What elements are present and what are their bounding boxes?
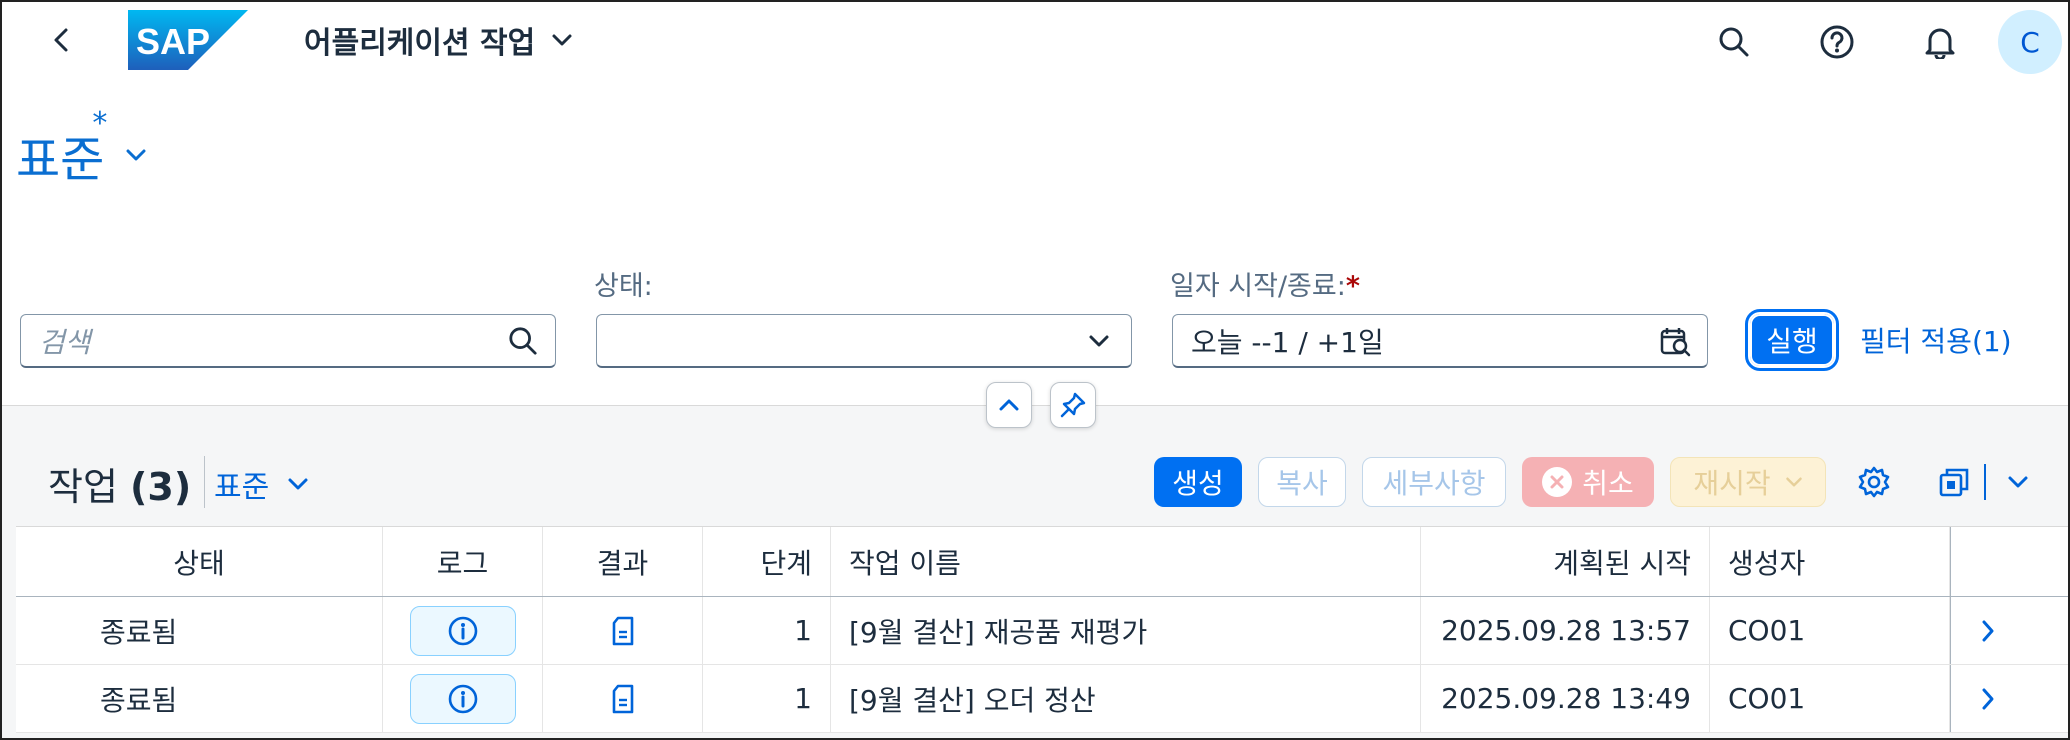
result-cell: [543, 597, 703, 664]
cancel-job-button[interactable]: 취소: [1522, 457, 1654, 507]
collapse-header-button[interactable]: [986, 382, 1032, 428]
calendar-icon: [1660, 327, 1691, 356]
search-button[interactable]: [1712, 20, 1756, 64]
planned-start-cell: 2025.09.28 13:57: [1421, 597, 1710, 664]
variant-title: 표준: [16, 132, 105, 188]
help-icon: [1820, 25, 1854, 59]
notification-bell-icon: [1925, 28, 1955, 59]
table-settings-button[interactable]: [1852, 460, 1896, 504]
job-name-cell: [9월 결산] 재공품 재평가: [831, 597, 1421, 664]
search-icon: [1719, 27, 1749, 57]
chevron-down-icon: [1785, 477, 1802, 487]
app-window: SAP 어플리케이션 작업 C 표준 * 검색 상태: 일자 시작/종료:* 오…: [0, 0, 2070, 740]
step-cell: 1: [703, 597, 831, 664]
date-range-input[interactable]: 오늘 --1 / +1일: [1191, 321, 1657, 361]
table-row[interactable]: 종료됨 1 [9월 결산] 오더 정산 2025.09.28 13:49 CO0…: [16, 665, 2068, 733]
table-variant-title: 표준: [214, 470, 270, 505]
log-info-button[interactable]: [409, 605, 516, 656]
column-header-step[interactable]: 단계: [703, 527, 831, 596]
export-menu-button[interactable]: [1996, 460, 2040, 504]
export-icon: [1939, 468, 1969, 497]
table-variant-management[interactable]: 표준: [214, 462, 309, 506]
cancel-icon: [1542, 467, 1573, 497]
export-separator: [1984, 464, 1986, 500]
sap-logo[interactable]: SAP: [128, 10, 248, 70]
header-divider: [2, 405, 2068, 406]
chevron-down-icon: [126, 149, 146, 161]
app-title-menu[interactable]: 어플리케이션 작업: [304, 20, 573, 61]
status-filter-label: 상태:: [594, 271, 653, 302]
export-button[interactable]: [1932, 460, 1976, 504]
status-cell: 종료됨: [16, 665, 383, 732]
app-title: 어플리케이션 작업: [304, 26, 536, 61]
log-cell: [383, 665, 543, 732]
variant-modified-mark: *: [92, 106, 108, 141]
creator-cell: CO01: [1710, 665, 1950, 732]
back-icon: [54, 28, 68, 52]
shell-bar: SAP 어플리케이션 작업 C: [2, 2, 2068, 84]
date-filter-label: 일자 시작/종료:*: [1170, 271, 1360, 302]
log-info-button[interactable]: [409, 673, 516, 724]
variant-management[interactable]: 표준 *: [16, 106, 147, 190]
pin-icon: [1060, 392, 1086, 418]
svg-text:SAP: SAP: [136, 21, 210, 62]
collapse-icon: [999, 399, 1019, 411]
jobs-table: 상태 로그 결과 단계 작업 이름 계획된 시작 생성자 종료됨 1 [9월 결…: [16, 526, 2068, 733]
help-button[interactable]: [1815, 20, 1859, 64]
date-range-field[interactable]: 오늘 --1 / +1일: [1172, 314, 1708, 368]
settings-gear-icon: [1858, 466, 1890, 498]
job-name-cell: [9월 결산] 오더 정산: [831, 665, 1421, 732]
adapt-filters-link[interactable]: 필터 적용(1): [1860, 320, 2012, 360]
chevron-down-icon: [2008, 476, 2028, 488]
table-header-row: 상태 로그 결과 단계 작업 이름 계획된 시작 생성자: [16, 527, 2068, 597]
chevron-down-icon: [288, 478, 308, 490]
status-select[interactable]: [596, 314, 1132, 368]
notifications-button[interactable]: [1918, 20, 1962, 64]
result-cell: [543, 665, 703, 732]
avatar-initial: C: [2020, 25, 2040, 59]
column-header-log[interactable]: 로그: [383, 527, 543, 596]
document-icon[interactable]: [610, 683, 636, 715]
create-button[interactable]: 생성: [1154, 457, 1242, 507]
column-header-status[interactable]: 상태: [16, 527, 383, 596]
user-avatar[interactable]: C: [1998, 10, 2062, 74]
creator-cell: CO01: [1710, 597, 1950, 664]
status-cell: 종료됨: [16, 597, 383, 664]
copy-button[interactable]: 복사: [1258, 457, 1346, 507]
info-icon: [448, 616, 477, 645]
column-header-job-name[interactable]: 작업 이름: [831, 527, 1421, 596]
column-header-creator[interactable]: 생성자: [1710, 527, 1950, 596]
chevron-down-icon: [552, 34, 572, 46]
go-button[interactable]: 실행: [1745, 309, 1839, 371]
pin-header-button[interactable]: [1050, 382, 1096, 428]
cancel-label: 취소: [1582, 467, 1634, 500]
search-field[interactable]: 검색: [20, 314, 556, 368]
info-icon: [448, 684, 477, 713]
search-field-button[interactable]: [505, 323, 541, 359]
toolbar-separator: [204, 456, 205, 508]
table-title: 작업 (3): [48, 465, 192, 509]
column-header-result[interactable]: 결과: [543, 527, 703, 596]
navigation-arrow-icon: [1982, 620, 1994, 641]
column-header-navigation: [1950, 527, 2068, 596]
log-cell: [383, 597, 543, 664]
calendar-button[interactable]: [1657, 323, 1693, 359]
restart-button[interactable]: 재시작: [1670, 457, 1826, 507]
document-icon[interactable]: [610, 615, 636, 647]
chevron-down-icon: [1089, 335, 1109, 346]
planned-start-cell: 2025.09.28 13:49: [1421, 665, 1710, 732]
column-header-planned-start[interactable]: 계획된 시작: [1421, 527, 1710, 596]
table-row[interactable]: 종료됨 1 [9월 결산] 재공품 재평가 2025.09.28 13:57 C…: [16, 597, 2068, 665]
navigation-arrow-icon: [1982, 688, 1994, 709]
search-input[interactable]: 검색: [39, 321, 505, 361]
step-cell: 1: [703, 665, 831, 732]
status-dropdown-button[interactable]: [1081, 323, 1117, 359]
back-button[interactable]: [42, 20, 82, 60]
row-navigation[interactable]: [1950, 597, 2068, 664]
row-navigation[interactable]: [1950, 665, 2068, 732]
search-icon: [509, 326, 537, 355]
details-button[interactable]: 세부사항: [1362, 457, 1506, 507]
restart-label: 재시작: [1693, 467, 1771, 500]
